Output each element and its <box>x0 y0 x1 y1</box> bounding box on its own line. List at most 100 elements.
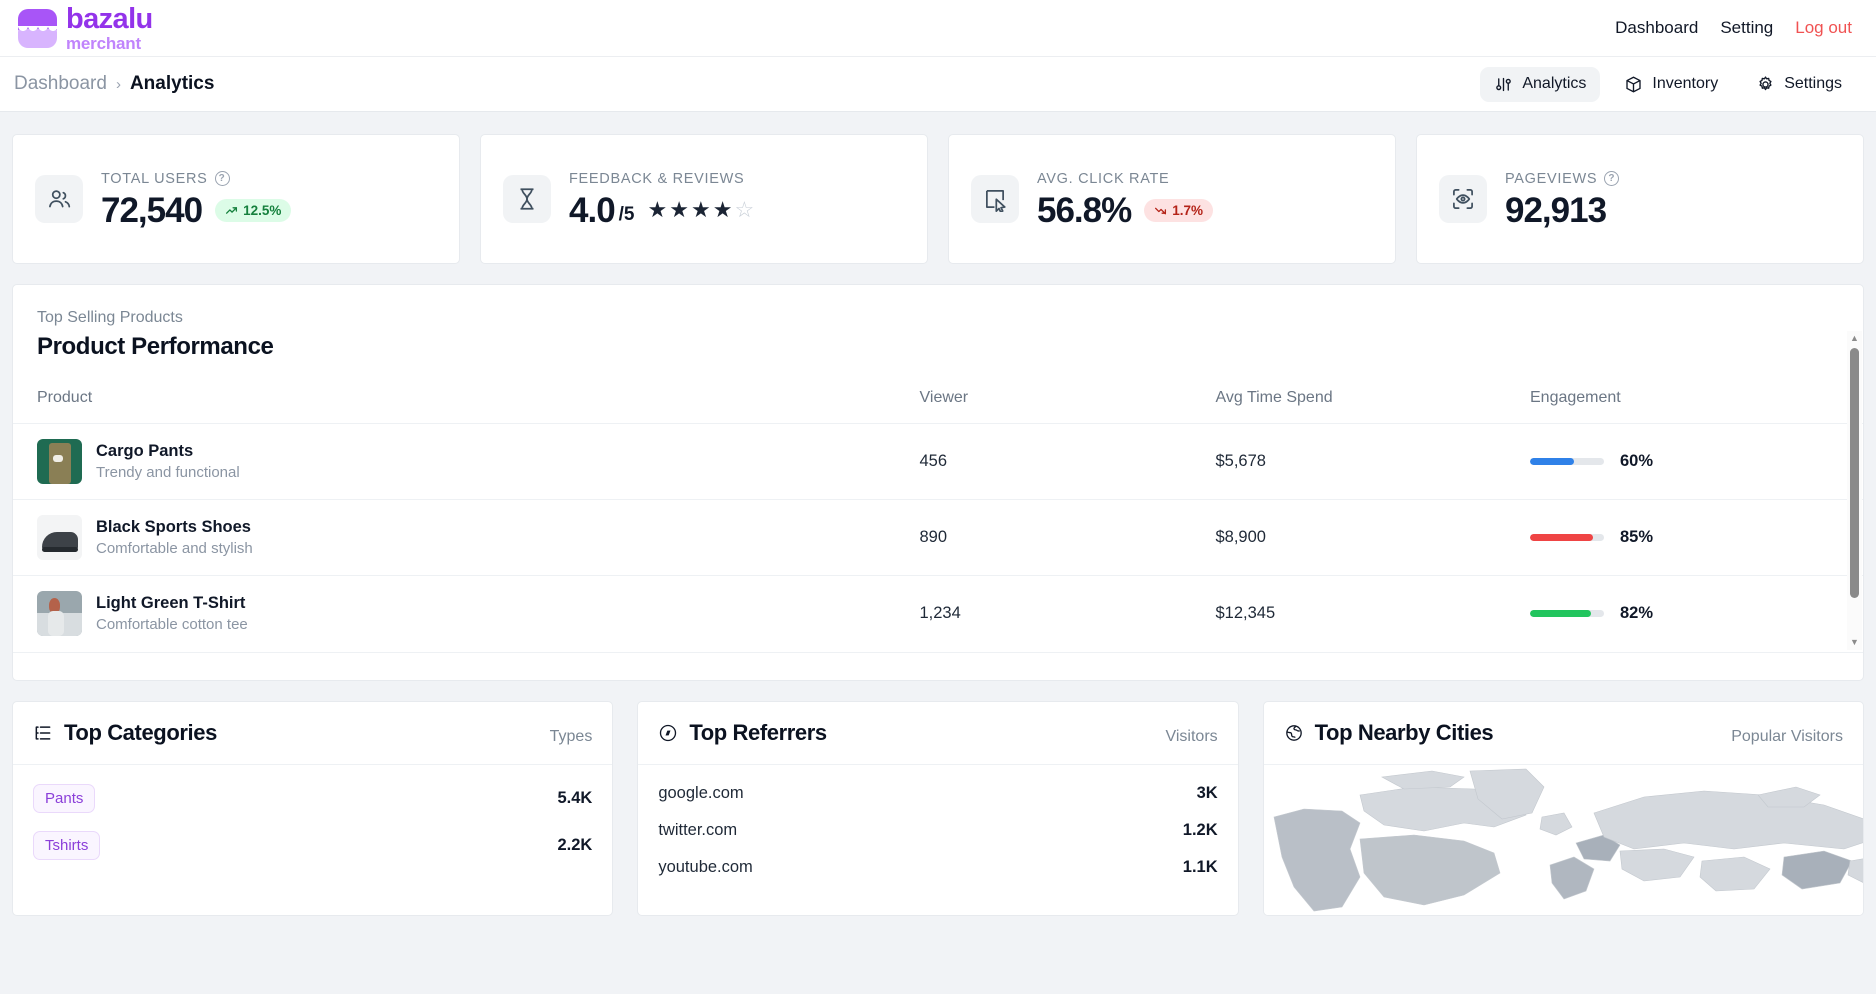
avg-time-spend-value: $8,900 <box>1215 528 1266 546</box>
tab-analytics-label: Analytics <box>1522 75 1587 92</box>
product-description: Comfortable and stylish <box>96 540 253 557</box>
category-chip[interactable]: Pants <box>33 783 96 813</box>
product-name: Light Green T-Shirt <box>96 594 246 613</box>
topnav-setting[interactable]: Setting <box>1720 18 1773 38</box>
star-filled-2: ★ <box>669 197 689 222</box>
bottom-panels: Top Categories Types Pants 5.4K Tshirts … <box>0 681 1876 916</box>
tab-inventory-label: Inventory <box>1652 75 1719 92</box>
category-value: 5.4K <box>557 788 593 807</box>
viewer-value: 456 <box>919 452 948 470</box>
engagement-bar <box>1530 458 1604 465</box>
stat-card-feedback-reviews: FEEDBACK & REVIEWS 4.0 /5 ★ ★ ★ ★ ☆ <box>480 134 928 264</box>
column-header-engagement: Engagement <box>1530 389 1621 406</box>
product-thumbnail <box>37 439 82 484</box>
tab-inventory[interactable]: Inventory <box>1610 67 1732 102</box>
help-icon[interactable]: ? <box>214 171 230 186</box>
stat-label-feedback: FEEDBACK & REVIEWS <box>569 170 745 187</box>
referrer-domain: youtube.com <box>658 857 753 876</box>
star-empty-5: ☆ <box>734 197 755 222</box>
product-performance-panel: Top Selling Products Product Performance… <box>12 284 1864 681</box>
topnav-dashboard[interactable]: Dashboard <box>1615 18 1698 38</box>
avg-time-spend-value: $5,678 <box>1215 452 1266 470</box>
list-item[interactable]: Tshirts 2.2K <box>33 822 592 869</box>
scroll-down-arrow-icon[interactable]: ▼ <box>1850 635 1859 650</box>
star-filled-3: ★ <box>690 197 711 222</box>
users-icon <box>35 175 83 223</box>
vertical-scrollbar[interactable]: ▲ ▼ <box>1847 331 1862 650</box>
list-item[interactable]: Pants 5.4K <box>33 775 592 822</box>
list-item[interactable]: youtube.com 1.1K <box>658 849 1217 886</box>
category-chip[interactable]: Tshirts <box>33 830 101 860</box>
brand-subtitle: merchant <box>66 33 141 53</box>
product-name: Black Sports Shoes <box>96 518 251 536</box>
page-title: Product Performance <box>37 333 274 360</box>
trend-badge-total-users: 12.5% <box>215 198 292 222</box>
stat-card-avg-click-rate: AVG. CLICK RATE 56.8% 1.7% <box>948 134 1396 264</box>
top-referrers-meta: Visitors <box>1165 727 1218 745</box>
stat-value-pageviews: 92,913 <box>1505 190 1607 230</box>
column-header-viewer: Viewer <box>919 389 969 406</box>
top-referrers-panel: Top Referrers Visitors google.com 3K twi… <box>637 700 1239 916</box>
topnav-logout[interactable]: Log out <box>1795 18 1852 38</box>
viewer-value: 1,234 <box>919 604 961 623</box>
world-map-svg <box>1273 768 1863 911</box>
star-filled-4: ★ <box>712 197 733 222</box>
referrer-domain: google.com <box>658 783 744 802</box>
stat-card-total-users: TOTAL USERS ? 72,540 12.5% <box>12 134 460 264</box>
list-item[interactable]: google.com 3K <box>658 775 1217 812</box>
product-description: Comfortable cotton tee <box>96 616 248 634</box>
referrer-visitors: 1.1K <box>1182 857 1218 876</box>
horizontal-scrollbar[interactable] <box>13 651 1863 680</box>
referrer-visitors: 3K <box>1196 783 1218 802</box>
tab-settings[interactable]: Settings <box>1742 67 1856 102</box>
top-bar: bazalu merchant Dashboard Setting Log ou… <box>0 0 1876 57</box>
help-icon[interactable]: ? <box>1604 171 1620 186</box>
tab-analytics[interactable]: Analytics <box>1480 66 1601 102</box>
trend-down-icon <box>1155 207 1167 214</box>
scrollbar-thumb[interactable] <box>1850 348 1859 598</box>
panel-header: Top Selling Products Product Performance <box>13 285 1863 361</box>
product-table: Product Viewer Avg Time Spend Engagement <box>13 361 1863 652</box>
engagement-percent: 85% <box>1620 528 1654 546</box>
product-name: Cargo Pants <box>96 442 194 460</box>
product-description: Trendy and functional <box>96 464 240 481</box>
cursor-click-icon <box>971 175 1019 223</box>
globe-icon <box>1284 723 1304 743</box>
brand-logo[interactable]: bazalu merchant <box>18 2 153 53</box>
product-thumbnail <box>37 515 82 560</box>
brand-name: bazalu <box>66 2 153 35</box>
top-categories-title: Top Categories <box>33 720 217 746</box>
analytics-icon <box>1494 75 1513 94</box>
column-header-product: Product <box>37 389 93 406</box>
tab-settings-label: Settings <box>1784 75 1842 92</box>
breadcrumb: Dashboard › Analytics <box>14 73 214 95</box>
engagement-percent: 60% <box>1620 452 1654 470</box>
breadcrumb-dashboard[interactable]: Dashboard <box>14 73 107 95</box>
top-referrers-title: Top Referrers <box>658 720 827 746</box>
hourglass-icon <box>503 175 551 223</box>
viewer-value: 890 <box>919 528 948 546</box>
top-nearby-cities-meta: Popular Visitors <box>1731 727 1843 745</box>
product-thumbnail <box>37 591 82 637</box>
bazalu-logo-icon <box>18 8 57 48</box>
box-icon <box>1624 75 1643 94</box>
gear-icon <box>1756 75 1775 94</box>
table-row[interactable]: Cargo Pants Trendy and functional 456 $5… <box>13 423 1863 500</box>
scroll-up-arrow-icon[interactable]: ▲ <box>1850 331 1859 346</box>
list-tree-icon <box>33 723 53 743</box>
eye-scan-icon <box>1439 175 1487 223</box>
table-body: Cargo Pants Trendy and functional 456 $5… <box>13 423 1863 652</box>
table-row[interactable]: Black Sports Shoes Comfortable and styli… <box>13 499 1863 576</box>
world-map[interactable] <box>1263 764 1863 915</box>
stat-value-click-rate: 56.8% <box>1037 190 1132 230</box>
referrer-domain: twitter.com <box>658 820 738 839</box>
engagement-bar <box>1530 534 1604 541</box>
trend-up-icon <box>226 206 238 214</box>
table-header-row: Product Viewer Avg Time Spend Engagement <box>13 361 1863 424</box>
table-row[interactable]: Light Green T-Shirt Comfortable cotton t… <box>13 575 1863 652</box>
stat-label-pageviews: PAGEVIEWS ? <box>1505 171 1620 187</box>
column-header-avg-time-spend: Avg Time Spend <box>1215 389 1333 406</box>
top-navigation: Dashboard Setting Log out <box>1615 18 1852 38</box>
stat-card-pageviews: PAGEVIEWS ? 92,913 <box>1416 134 1864 264</box>
list-item[interactable]: twitter.com 1.2K <box>658 812 1217 849</box>
